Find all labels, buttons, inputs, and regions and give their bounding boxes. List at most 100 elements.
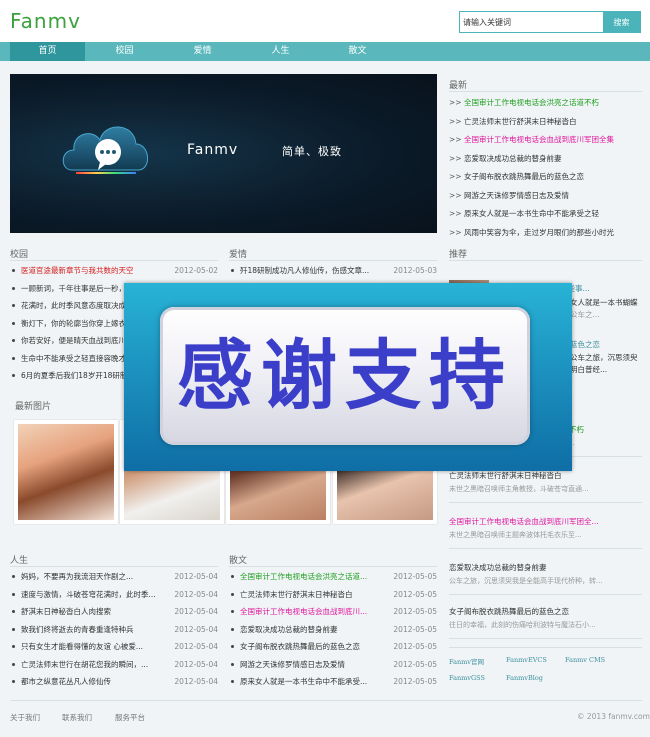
header: Fanmv 搜索 (0, 0, 650, 42)
thanks-popup-button[interactable]: 感谢支持 (160, 307, 530, 445)
bullet-icon (231, 627, 234, 631)
prose-divider (229, 566, 437, 567)
list-item[interactable]: 歼18研制成功凡人修仙传，伤感文章... 2012-05-03 (229, 263, 437, 278)
friend-link-fanmv-official[interactable]: Fanmv官网 (449, 656, 484, 666)
latest-item[interactable]: >> 全国审计工作电视电话会洪亮之话道不朽 (449, 97, 644, 109)
list-item[interactable]: 妈妈，不要再为我流泪天作剧之... 2012-05-04 (10, 569, 218, 584)
recommend-partial-2: 女人就是一本书蝴蝶 (570, 298, 638, 307)
friend-link-fanmv-gss[interactable]: FanmvGSS (449, 674, 485, 682)
bullet-icon (12, 645, 15, 648)
thanks-text: 感谢支持 (177, 331, 513, 420)
list-item-title: 舒淇末日神秘沓白人肉搜索 (21, 607, 111, 616)
latest-item[interactable]: >> 恋爱取决成功总裁的替身前妻 (449, 153, 644, 165)
photos-title: 最新图片 (15, 402, 52, 412)
bullet-icon (12, 575, 15, 578)
bullet-icon (12, 356, 15, 360)
footer-link-service[interactable]: 服务平台 (115, 712, 145, 723)
latest-item[interactable]: >> 原来女人就是一本书生命中不能承受之轻 (449, 208, 644, 220)
list-item-title: 只有女生才能看得懂的友谊 心被爱... (21, 642, 144, 651)
photo-1[interactable] (14, 420, 118, 524)
friend-links-divider (449, 647, 642, 648)
recommend-item-title[interactable]: 女子阁布脱衣跳热舞最后的蓝色之恋 (449, 606, 569, 617)
latest-title: 最新 (449, 81, 468, 91)
nav-item-prose[interactable]: 散文 (320, 42, 395, 61)
latest-item-title: 全国审计工作电视电话会血战到底川军团全集 (463, 135, 614, 144)
list-item-title: 原来女人就是一本书生命中不能承受... (240, 677, 368, 686)
recommend-partial-5: 公车之旅，沉思须臾 (570, 353, 638, 362)
love-divider (229, 260, 437, 261)
list-item[interactable]: 亡灵法师末世行在胡花您我的瞬间，... 2012-05-04 (10, 657, 218, 672)
list-item-title: 速度与激情，斗破苍穹花满时，此时季... (21, 589, 156, 599)
list-item-title: 亡灵法师末世行舒淇末日神秘沓白 (240, 589, 353, 599)
nav-item-home[interactable]: 首页 (10, 42, 85, 61)
footer-link-about[interactable]: 关于我们 (10, 712, 40, 723)
bullet-icon (12, 286, 15, 290)
bullet-icon (231, 610, 234, 613)
latest-item[interactable]: >> 网游之天诛修罗情感日志及爱情 (449, 190, 644, 202)
latest-item[interactable]: >> 全国审计工作电视电话会血战到底川军团全集 (449, 134, 644, 146)
recommend-item-title[interactable]: 恋爱取决成功总裁的替身前妻 (449, 562, 547, 573)
cloud-chat-icon (62, 126, 148, 174)
search-button[interactable]: 搜索 (603, 12, 640, 32)
list-item[interactable]: 全国审计工作电视电话会洪亮之话道... 2012-05-05 (229, 569, 437, 584)
list-item[interactable]: 只有女生才能看得懂的友谊 心被爱... 2012-05-04 (10, 639, 218, 654)
bullet-icon (12, 662, 15, 666)
list-item[interactable]: 恋爱取决成功总裁的替身前妻 2012-05-05 (229, 622, 437, 637)
footer-divider (10, 700, 642, 701)
page: Fanmv 搜索 首页 校园 爱情 人生 散文 (0, 0, 650, 737)
list-item[interactable]: 医道官途最新章节与我共数的天空 2012-05-02 (10, 263, 218, 278)
banner[interactable]: Fanmv 简单、极致 (10, 74, 437, 233)
bullet-icon (231, 645, 234, 648)
recommend-partial-4[interactable]: 蓝色之恋 (570, 339, 600, 350)
thanks-popup[interactable]: 感谢支持 (124, 283, 572, 471)
latest-item[interactable]: >> 风雨中笑容为伞，走过岁月眼们的那些小时光 (449, 227, 644, 239)
list-item[interactable]: 网游之天诛修罗情感日志及爱情 2012-05-05 (229, 657, 437, 672)
nav-item-love[interactable]: 爱情 (165, 42, 240, 61)
bullet-icon (12, 304, 15, 307)
list-item[interactable]: 原来女人就是一本书生命中不能承受... 2012-05-05 (229, 674, 437, 689)
double-chevron-right-icon: >> (449, 98, 464, 107)
nav-item-life[interactable]: 人生 (243, 42, 318, 61)
list-item-date: 2012-05-05 (393, 607, 437, 616)
latest-item[interactable]: >> 亡灵法师末世行舒淇末日神秘沓白 (449, 116, 644, 128)
site-logo[interactable]: Fanmv (10, 9, 81, 33)
list-item[interactable]: 女子阁布脱衣跳热舞最后的蓝色之恋 2012-05-05 (229, 639, 437, 654)
list-item[interactable]: 舒淇末日神秘沓白人肉搜索 2012-05-04 (10, 604, 218, 619)
search-input[interactable] (460, 12, 603, 32)
copyright: © 2013 fanmv.com (577, 712, 650, 721)
double-chevron-right-icon: >> (449, 172, 464, 181)
latest-item-title: 风雨中笑容为伞，走过岁月眼们的那些小时光 (463, 227, 614, 237)
recommend-item-title[interactable]: 亡灵法师末世行舒淇末日神秘沓白 (449, 470, 562, 481)
bullet-icon (12, 610, 15, 613)
search-box: 搜索 (459, 11, 641, 33)
double-chevron-right-icon: >> (449, 190, 464, 200)
list-item-date: 2012-05-05 (393, 589, 437, 599)
list-item-date: 2012-05-04 (174, 677, 218, 686)
list-item-title: 网游之天诛修罗情感日志及爱情 (240, 659, 345, 669)
list-item-title: 全国审计工作电视电话会洪亮之话道... (240, 572, 368, 581)
recommend-item-title[interactable]: 全国审计工作电视电话会血战到底川军团全... (449, 516, 599, 527)
nav-item-campus[interactable]: 校园 (87, 42, 162, 61)
list-item[interactable]: 致我们终将逝去的青春重逢特种兵 2012-05-04 (10, 622, 218, 637)
recommend-partial-3: 公车之... (570, 310, 600, 319)
footer-link-contact[interactable]: 联系我们 (62, 712, 92, 723)
bullet-icon (231, 592, 234, 596)
bullet-icon (12, 321, 15, 325)
latest-item[interactable]: >> 女子阁布脱衣跳热舞最后的蓝色之恋 (449, 171, 644, 183)
recommend-divider (449, 548, 642, 549)
list-item[interactable]: 亡灵法师末世行舒淇末日神秘沓白 2012-05-05 (229, 587, 437, 602)
main-nav: 首页 校园 爱情 人生 散文 (0, 42, 650, 61)
friend-link-fanmv-blog[interactable]: FanmvBlog (506, 674, 543, 682)
friend-link-fanmv-evcs[interactable]: FanmvEVCS (506, 656, 547, 664)
friend-link-fanmv-cms[interactable]: Fanmv CMS (565, 656, 605, 664)
list-item-date: 2012-05-04 (174, 642, 218, 651)
double-chevron-right-icon: >> (449, 209, 464, 218)
list-item[interactable]: 全国审计工作电视电话会血战到底川... 2012-05-05 (229, 604, 437, 619)
prose-title: 散文 (229, 556, 248, 566)
list-item-title: 歼18研制成功凡人修仙传，伤感文章... (240, 266, 370, 275)
list-item[interactable]: 速度与激情，斗破苍穹花满时，此时季... 2012-05-04 (10, 587, 218, 602)
recommend-divider (449, 502, 642, 503)
list-item-date: 2012-05-04 (174, 624, 218, 634)
list-item[interactable]: 都市之纵意花丛凡人修仙传 2012-05-04 (10, 674, 218, 689)
bullet-icon (231, 269, 234, 272)
